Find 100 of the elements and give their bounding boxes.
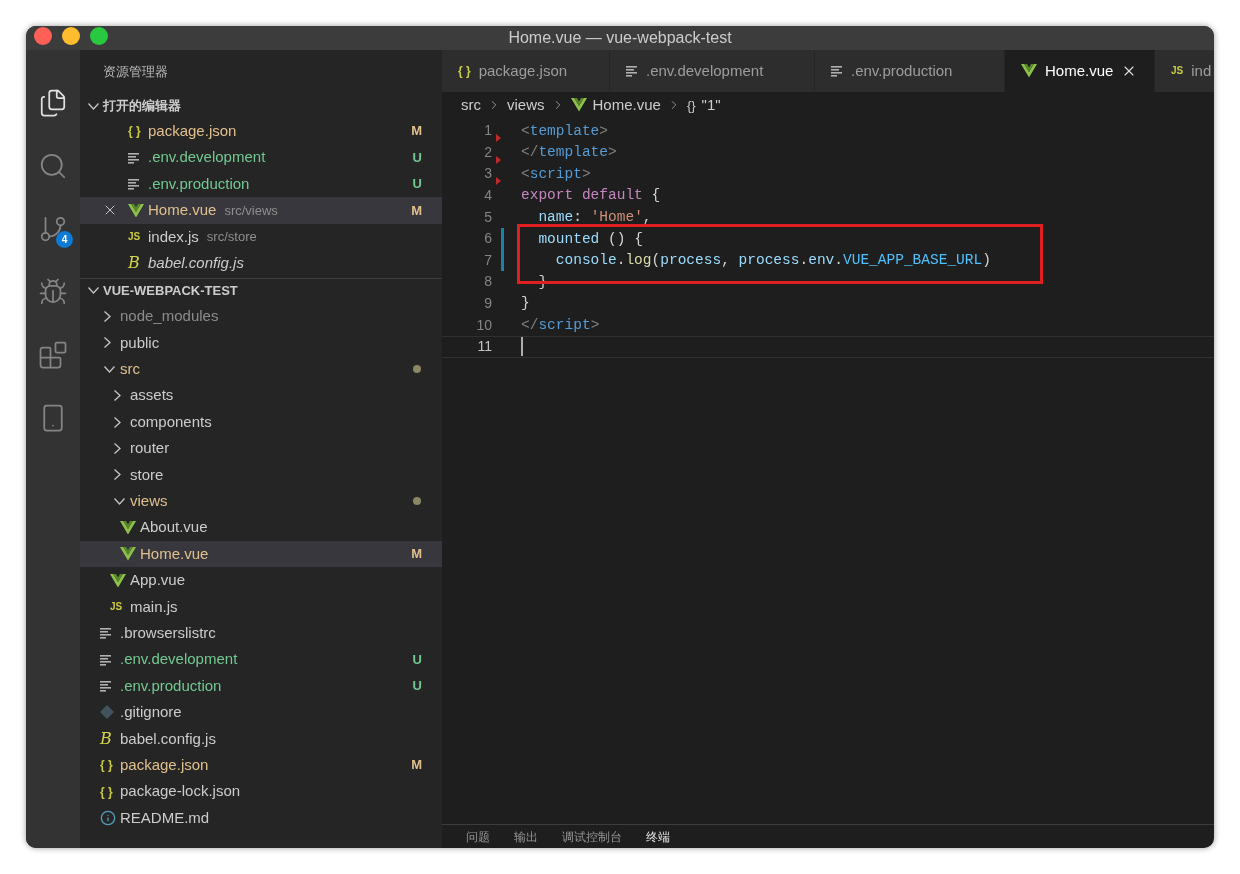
open-editor-item[interactable]: .env.production U — [80, 170, 442, 198]
braces-icon: { } — [458, 65, 471, 77]
breadcrumb-item[interactable]: views — [507, 93, 545, 117]
js-icon: JS — [128, 231, 141, 242]
editor-tab[interactable]: .env.development — [610, 50, 815, 92]
line-number: 6 — [484, 229, 492, 249]
minimize-window-button[interactable] — [62, 27, 80, 45]
files-icon[interactable] — [38, 87, 68, 118]
git-status: M — [411, 756, 422, 775]
file-item[interactable]: About.vue — [80, 514, 442, 541]
open-editor-item[interactable]: B babel.config.js — [80, 249, 442, 277]
file-item[interactable]: App.vue — [80, 567, 442, 594]
open-editor-item[interactable]: Home.vue src/views M — [80, 197, 442, 224]
lines-icon — [831, 65, 843, 77]
chevron-right-icon — [114, 469, 121, 481]
code-line: name: 'Home', — [537, 209, 652, 225]
folder-item[interactable]: public — [80, 329, 442, 357]
editor-tab[interactable]: { } package.json — [442, 50, 610, 92]
chevron-right-icon — [114, 390, 121, 402]
open-editor-item[interactable]: { } package.json M — [80, 118, 442, 145]
lines-icon — [100, 627, 112, 640]
file-item[interactable]: .env.development U — [80, 646, 442, 673]
file-item[interactable]: .browserslistrc — [80, 620, 442, 647]
file-item[interactable]: { } package.json M — [80, 752, 442, 779]
lines-icon — [626, 65, 638, 77]
file-name: package-lock.json — [120, 781, 242, 802]
tab-label: .env.production — [851, 60, 953, 81]
file-name: .env.development — [148, 147, 266, 168]
file-name: babel.config.js — [120, 728, 217, 749]
breadcrumb-item[interactable]: "1" — [701, 93, 721, 117]
code-line: <template> — [521, 123, 609, 139]
folder-item[interactable]: components — [80, 408, 442, 436]
code-line: </script> — [521, 317, 600, 333]
lines-icon — [100, 680, 112, 692]
file-item[interactable]: .gitignore — [80, 699, 442, 726]
chevron-right-icon — [114, 443, 121, 454]
git-status: U — [412, 148, 422, 167]
maximize-window-button[interactable] — [90, 27, 108, 45]
code-line: } — [521, 296, 530, 311]
folder-item[interactable]: views — [80, 488, 442, 515]
git-status: M — [411, 201, 422, 220]
code-line: <script> — [521, 166, 591, 182]
code-line: console.log(process, process.env.VUE_APP_BASE_URL) — [554, 253, 991, 268]
file-name: README.md — [120, 807, 211, 828]
file-item[interactable]: README.md — [80, 804, 442, 832]
open-editor-item[interactable]: JS index.js src/store — [80, 223, 442, 250]
chevron-down-icon — [104, 365, 115, 373]
editor-tab[interactable]: Home.vue — [1005, 50, 1155, 92]
code-line: </template> — [521, 145, 617, 160]
window-title: Home.vue — vue-webpack-test — [508, 28, 732, 48]
folder-item[interactable]: src — [80, 356, 442, 383]
breadcrumb-item[interactable]: src — [461, 93, 481, 117]
panel-tab[interactable]: 问题 — [466, 827, 490, 846]
chevron-down-icon — [87, 287, 99, 295]
file-item[interactable]: B babel.config.js — [80, 725, 442, 752]
breadcrumb-item[interactable]: Home.vue — [592, 93, 661, 117]
editor-tab[interactable]: .env.production — [815, 50, 1005, 92]
section-title: VUE-WEBPACK-TEST — [103, 282, 238, 301]
info-icon — [100, 809, 116, 826]
editor-tab[interactable]: JS ind — [1155, 50, 1214, 92]
folder-item[interactable]: store — [80, 461, 442, 489]
chevron-right-icon — [104, 311, 111, 323]
babel-icon: B — [100, 730, 112, 747]
code-line: mounted () { — [537, 231, 643, 246]
section-header[interactable]: VUE-WEBPACK-TEST — [80, 278, 442, 303]
panel-tab[interactable]: 输出 — [514, 827, 538, 846]
bug-icon[interactable] — [38, 276, 68, 307]
folder-item[interactable]: node_modules — [80, 303, 442, 330]
chevron-right-icon — [114, 416, 121, 428]
panel-tab[interactable]: 调试控制台 — [562, 827, 622, 846]
file-name: .gitignore — [120, 702, 183, 723]
file-item[interactable]: Home.vue M — [80, 540, 442, 568]
line-number: 3 — [484, 164, 492, 184]
file-name: About.vue — [140, 517, 209, 538]
line-number: 11 — [477, 337, 492, 357]
file-item[interactable]: JS main.js — [80, 593, 442, 621]
tab-label: .env.development — [646, 60, 764, 81]
section-title: 打开的编辑器 — [103, 97, 181, 116]
section-header[interactable]: 打开的编辑器 — [80, 94, 442, 118]
panel-tab[interactable]: 终端 — [646, 827, 670, 846]
folder-item[interactable]: router — [80, 435, 442, 462]
git-status: M — [411, 122, 422, 141]
file-name: .browserslistrc — [120, 622, 217, 643]
file-item[interactable]: { } package-lock.json — [80, 778, 442, 805]
close-window-button[interactable] — [34, 27, 52, 45]
extensions-icon[interactable] — [38, 339, 68, 370]
line-number: 10 — [476, 315, 492, 335]
file-name: router — [130, 438, 171, 459]
file-name: .env.production — [148, 173, 250, 194]
open-editor-item[interactable]: .env.development U — [80, 144, 442, 171]
folder-item[interactable]: assets — [80, 382, 442, 409]
braces-icon: {} — [686, 98, 696, 112]
file-name: main.js — [130, 596, 179, 617]
file-item[interactable]: .env.production U — [80, 672, 442, 700]
sidebar-title: 资源管理器 — [103, 63, 168, 82]
file-name: babel.config.js — [148, 252, 244, 273]
file-name: package.json — [120, 754, 210, 775]
vue-icon — [120, 547, 136, 561]
js-icon: JS — [1171, 66, 1184, 76]
vue-icon — [570, 98, 587, 112]
